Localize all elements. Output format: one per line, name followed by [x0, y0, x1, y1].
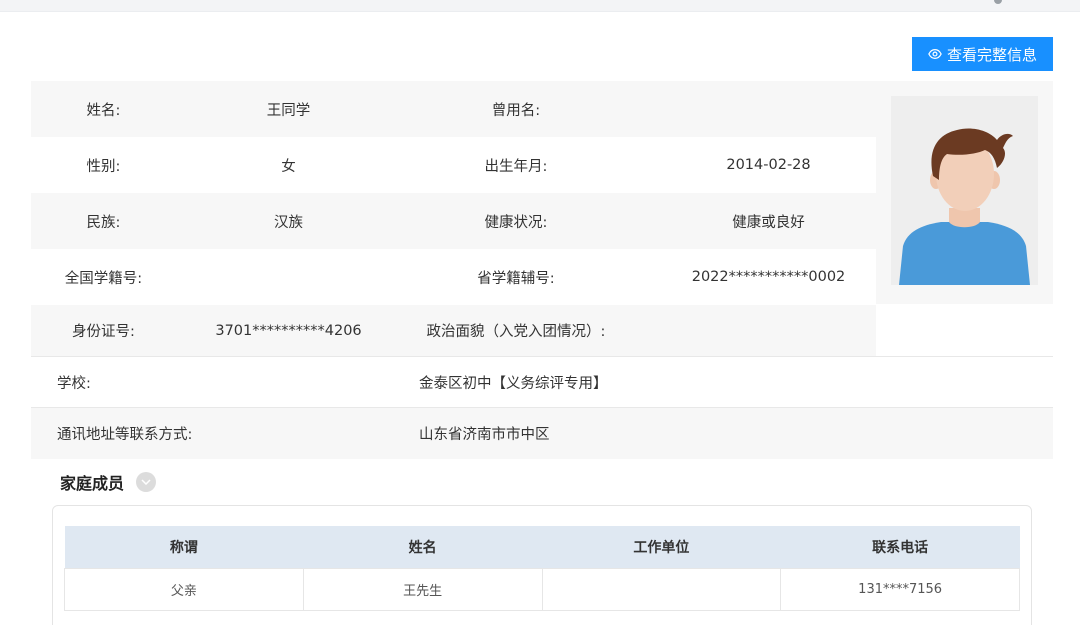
- info-row-student-ids: 全国学籍号: 省学籍辅号: 2022***********0002: [31, 249, 876, 305]
- idcard-value: 3701**********4206: [215, 322, 362, 339]
- column-header-name: 姓名: [303, 526, 542, 568]
- family-title-text: 家庭成员: [60, 474, 125, 493]
- birth-label: 出生年月:: [484, 158, 548, 175]
- ethnicity-value: 汉族: [274, 214, 303, 231]
- national-id-value: [176, 249, 401, 305]
- family-table: 称谓 姓名 工作单位 联系电话 父亲 王先生 131****7156: [64, 526, 1020, 611]
- address-label: 通讯地址等联系方式:: [57, 427, 193, 443]
- info-row-address: 通讯地址等联系方式: 山东省济南市市中区: [31, 408, 1053, 459]
- ethnicity-label: 民族:: [86, 214, 121, 231]
- gender-label: 性别:: [86, 158, 121, 175]
- photo-area: [876, 81, 1053, 304]
- view-full-info-button[interactable]: 查看完整信息: [912, 37, 1053, 71]
- member-name-cell: 王先生: [302, 567, 543, 611]
- family-section-title: 家庭成员: [60, 470, 157, 494]
- chevron-down-icon[interactable]: [136, 472, 157, 492]
- political-value: [631, 305, 906, 356]
- workplace-cell: [541, 567, 782, 611]
- health-label: 健康状况:: [484, 214, 548, 231]
- health-value: 健康或良好: [732, 214, 805, 231]
- provincial-id-value: 2022***********0002: [691, 269, 846, 285]
- address-value: 山东省济南市市中区: [419, 427, 550, 443]
- school-value: 金泰区初中【义务综评专用】: [419, 375, 608, 392]
- info-row-ethnicity: 民族: 汉族 健康状况: 健康或良好: [31, 193, 876, 249]
- national-id-label: 全国学籍号:: [64, 270, 143, 287]
- former-name-value: [631, 81, 906, 137]
- column-header-relation: 称谓: [64, 526, 304, 568]
- school-label: 学校:: [57, 375, 91, 392]
- view-full-info-label: 查看完整信息: [946, 46, 1037, 64]
- former-name-label: 曾用名:: [491, 102, 541, 119]
- birth-value: 2014-02-28: [726, 157, 811, 173]
- gender-value: 女: [281, 158, 296, 175]
- phone-cell: 131****7156: [780, 567, 1020, 611]
- scroll-indicator: [994, 0, 1002, 4]
- column-header-workplace: 工作单位: [542, 526, 781, 568]
- political-label: 政治面貌（入党入团情况）:: [426, 324, 606, 340]
- name-label: 姓名:: [86, 102, 121, 119]
- info-row-gender: 性别: 女 出生年月: 2014-02-28: [31, 137, 876, 193]
- table-row: 父亲 王先生 131****7156: [64, 567, 1020, 611]
- top-bar: [0, 0, 1080, 12]
- info-row-name: 姓名: 王同学 曾用名:: [31, 81, 876, 137]
- avatar: [891, 96, 1038, 285]
- family-table-header: 称谓 姓名 工作单位 联系电话: [64, 526, 1020, 568]
- column-header-phone: 联系电话: [780, 526, 1020, 568]
- info-row-idcard: 身份证号: 3701**********4206 政治面貌（入党入团情况）:: [31, 305, 876, 356]
- idcard-label: 身份证号:: [72, 324, 135, 340]
- relation-cell: 父亲: [64, 567, 304, 611]
- name-value: 王同学: [266, 102, 311, 119]
- info-row-school: 学校: 金泰区初中【义务综评专用】: [31, 356, 1053, 408]
- provincial-id-label: 省学籍辅号:: [477, 270, 555, 287]
- eye-icon: [928, 47, 942, 61]
- family-panel: 称谓 姓名 工作单位 联系电话 父亲 王先生 131****7156: [52, 505, 1032, 625]
